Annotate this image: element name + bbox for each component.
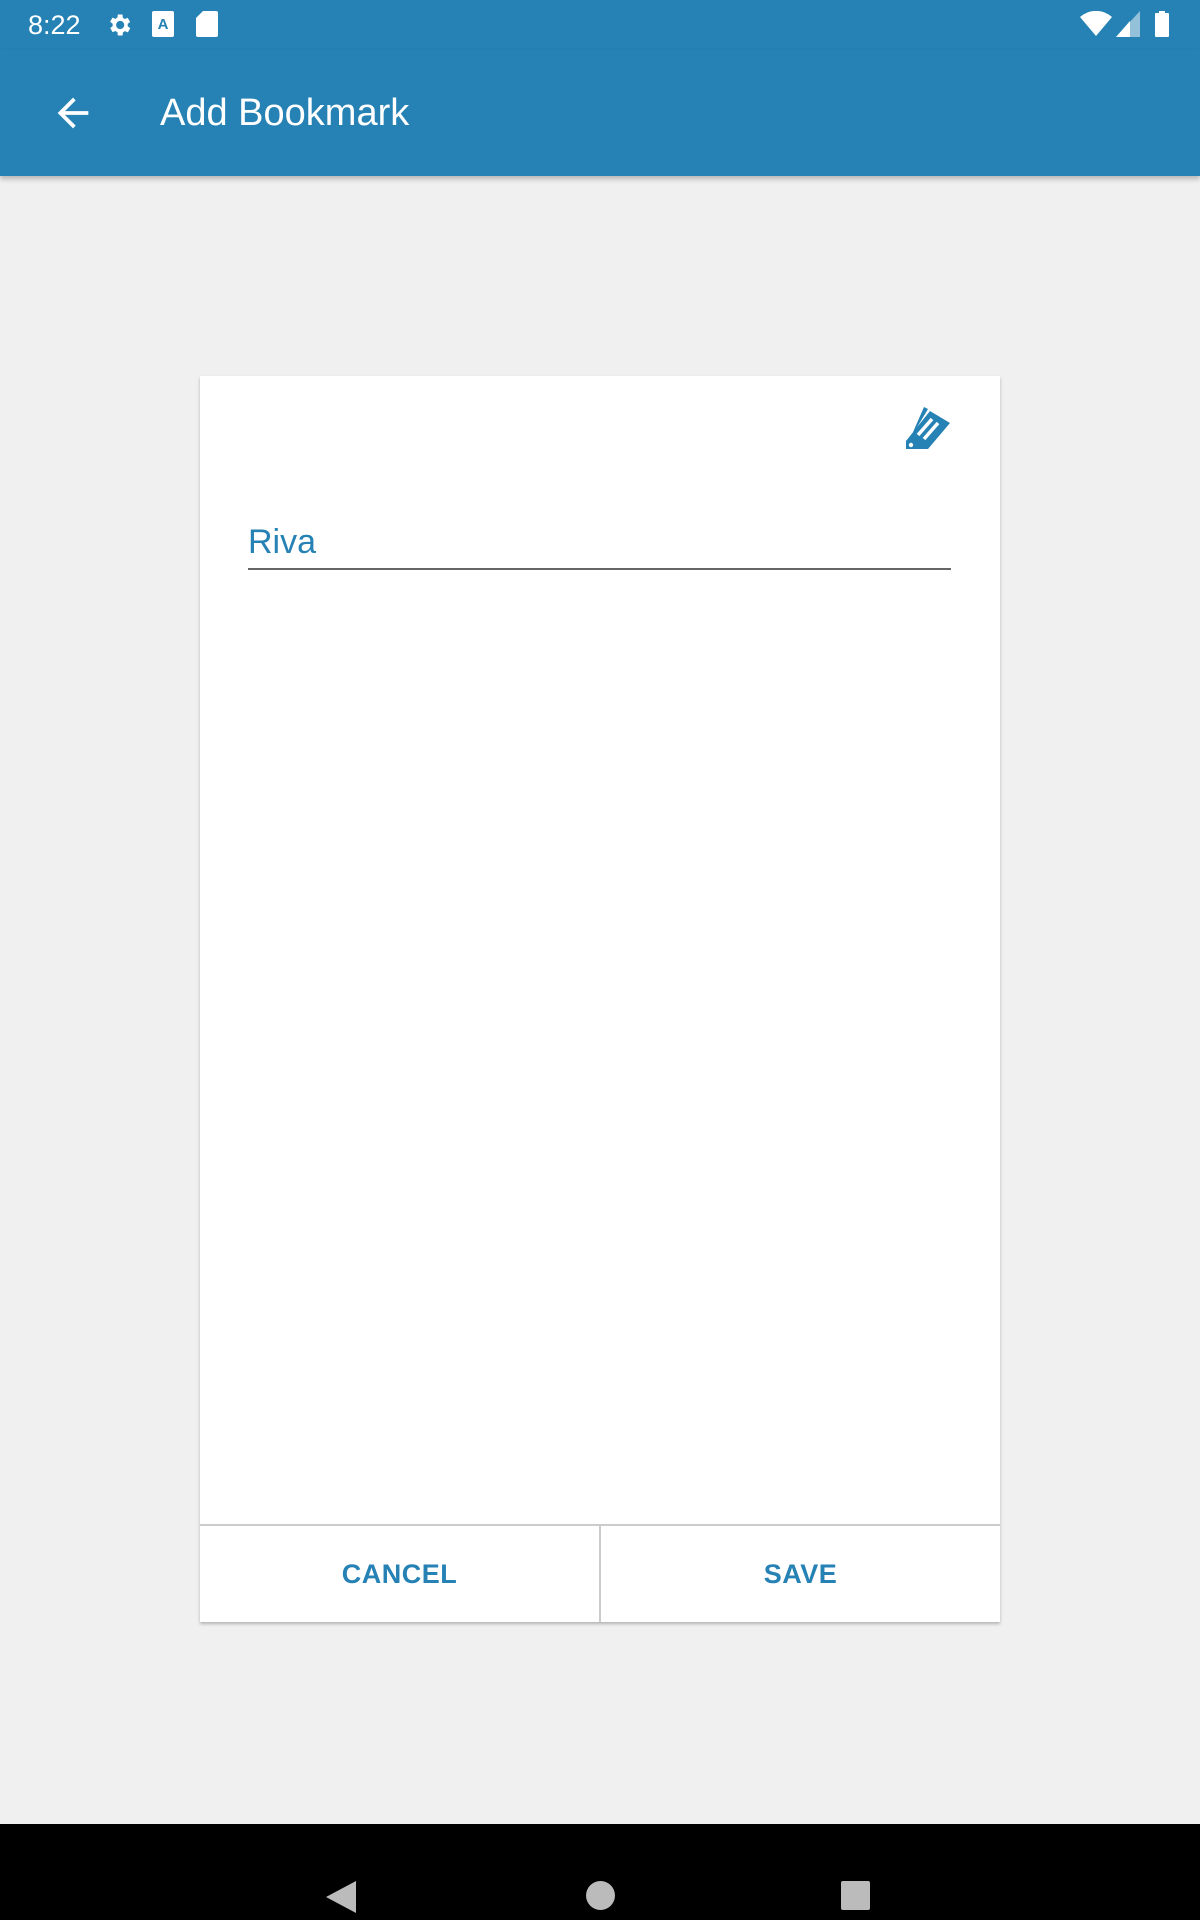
app-bar: Add Bookmark [0,50,1200,176]
back-triangle-icon[interactable] [326,1881,356,1913]
add-bookmark-dialog: CANCEL SAVE [200,376,1000,1622]
svg-text:A: A [158,16,169,33]
navigation-bar [0,1824,1200,1920]
tag-icon[interactable] [902,403,952,453]
wifi-icon [1080,11,1112,36]
arrow-left-icon[interactable] [50,90,96,136]
home-circle-icon[interactable] [586,1881,615,1910]
status-bar: 8:22 A [0,0,1200,50]
signal-icon [1116,11,1140,37]
cancel-button[interactable]: CANCEL [200,1526,599,1622]
font-download-icon: A [152,11,174,37]
save-button[interactable]: SAVE [599,1526,1000,1622]
battery-icon [1155,11,1169,37]
page-title: Add Bookmark [160,92,410,134]
recents-square-icon[interactable] [841,1881,870,1910]
bookmark-name-input[interactable] [248,516,951,570]
sd-card-icon [196,11,218,37]
status-time: 8:22 [28,10,81,40]
dialog-buttons: CANCEL SAVE [200,1524,1000,1622]
gear-icon [110,14,131,36]
